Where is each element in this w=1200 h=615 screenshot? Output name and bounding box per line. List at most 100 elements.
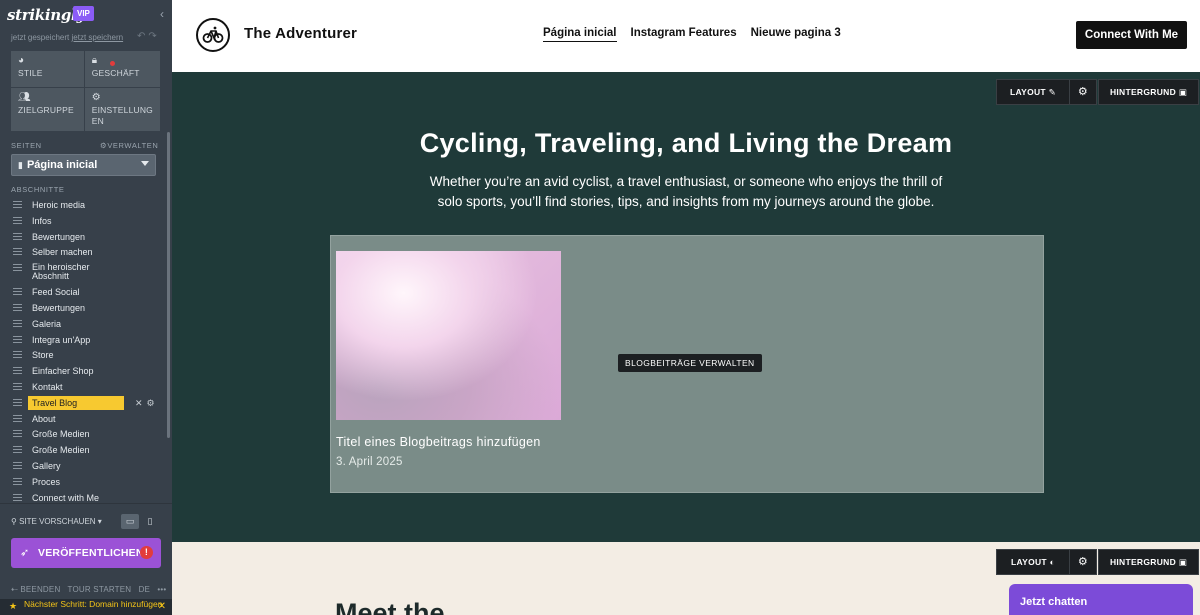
drag-handle-icon[interactable] (13, 201, 22, 208)
undo-redo[interactable]: ↶↷ (137, 31, 160, 42)
background-button[interactable]: HINTERGRUND ▣ (1098, 79, 1199, 105)
more-icon[interactable]: ••• (157, 585, 166, 594)
post-title[interactable]: Titel eines Blogbeitrags hinzufügen (336, 435, 541, 449)
list-item[interactable]: Galeria (11, 317, 161, 333)
lock-icon: 🔒︎ (91, 55, 98, 66)
list-item[interactable]: Ein heroischer Abschnitt (11, 261, 161, 285)
list-item-active[interactable]: Travel Blog ✕⚙ (11, 395, 161, 412)
redo-icon[interactable]: ↷ (148, 31, 159, 42)
section-settings-icon[interactable]: ⚙ (1069, 549, 1097, 575)
chat-widget-button[interactable]: Jetzt chatten (1009, 584, 1193, 615)
save-now-link[interactable]: jetzt speichern (72, 33, 124, 42)
next-step-banner[interactable]: ★ Nächster Schritt: Domain hinzufügen ✕ (0, 599, 172, 615)
tile-audience[interactable]: 👥︎ ZIELGRUPPE (11, 88, 84, 131)
drag-handle-icon[interactable] (13, 335, 22, 343)
manage-pages-link[interactable]: ⚙VERWALTEN (100, 141, 158, 150)
editor-sidebar: strikingly VIP ‹ jetzt gespeichert jetzt… (0, 0, 172, 615)
list-item[interactable]: Bewertungen (11, 301, 161, 317)
list-item[interactable]: About (11, 412, 161, 428)
tile-label: EINSTELLUNG EN (91, 105, 153, 126)
chevron-down-icon: ▾ (97, 517, 102, 526)
page-selector[interactable]: ▮ Página inicial (11, 154, 156, 176)
tile-settings[interactable]: ⚙ EINSTELLUNG EN (84, 88, 160, 131)
drag-handle-icon[interactable] (13, 216, 22, 224)
site-preview-button[interactable]: ⚲ SITE VORSCHAUEN ▾ (11, 517, 102, 526)
gear-icon[interactable]: ⚙ (147, 398, 159, 408)
list-item[interactable]: Infos (11, 214, 161, 230)
site-title[interactable]: The Adventurer (244, 25, 357, 42)
drag-handle-icon[interactable] (13, 232, 22, 240)
list-item[interactable]: Kontakt (11, 380, 161, 396)
mobile-preview-icon[interactable]: ▯ (141, 514, 159, 529)
blog-post-card[interactable]: BLOGBEITRÄGE VERWALTEN Titel eines Blogb… (330, 235, 1044, 493)
blog-post-image[interactable] (336, 251, 561, 420)
search-icon: ⚲ (11, 517, 17, 526)
gear-icon: ⚙ (91, 92, 101, 103)
list-item[interactable]: Proces (11, 475, 161, 491)
manage-posts-button[interactable]: BLOGBEITRÄGE VERWALTEN (618, 354, 762, 372)
page-icon: ▮ (18, 160, 23, 170)
drag-handle-icon[interactable] (13, 430, 22, 438)
tile-business[interactable]: 🔒︎ GESCHÄFT (84, 51, 160, 87)
nav-link-page3[interactable]: Nieuwe pagina 3 (751, 27, 841, 42)
list-item[interactable]: Bewertungen (11, 230, 161, 246)
publish-button[interactable]: ➶ VERÖFFENTLICHEN ! (11, 538, 161, 568)
people-icon: 👥︎ (18, 92, 31, 103)
bicycle-logo-icon[interactable] (196, 18, 230, 52)
layout-button[interactable]: LAYOUT ◐ (996, 549, 1070, 575)
desktop-preview-icon[interactable]: ▭ (121, 514, 139, 529)
close-icon[interactable]: ✕ (158, 602, 166, 612)
list-item[interactable]: Große Medien (11, 427, 161, 443)
section-title[interactable]: Cycling, Traveling, and Living the Dream (172, 128, 1200, 159)
drag-handle-icon[interactable] (13, 477, 22, 485)
settings-tiles: ◕ STILE 🔒︎ GESCHÄFT 👥︎ ZIELGRUPPE ⚙ EINS… (11, 51, 160, 131)
list-item[interactable]: Heroic media (11, 198, 161, 214)
start-tour-link[interactable]: TOUR STARTEN (68, 585, 132, 594)
footer-links: ⇠ BEENDEN TOUR STARTEN DE ••• (11, 585, 166, 594)
drag-handle-icon[interactable] (13, 288, 22, 296)
drag-handle-icon[interactable] (13, 493, 22, 501)
quit-link[interactable]: BEENDEN (20, 585, 60, 594)
language-link[interactable]: DE (139, 585, 151, 594)
drag-handle-icon[interactable] (13, 414, 22, 422)
drag-handle-icon[interactable] (13, 264, 22, 272)
tile-label: ZIELGRUPPE (18, 105, 74, 115)
alert-badge: ! (140, 546, 153, 559)
image-icon: ▣ (1178, 557, 1188, 567)
connect-button[interactable]: Connect With Me (1076, 21, 1187, 49)
layout-button[interactable]: LAYOUT ✎ (996, 79, 1070, 105)
list-item[interactable]: Integra un'App (11, 333, 161, 349)
drag-handle-icon[interactable] (13, 367, 22, 375)
rocket-icon: ➶ (20, 547, 30, 559)
drag-handle-icon[interactable] (13, 446, 22, 454)
about-heading[interactable]: Meet the (335, 598, 445, 615)
drag-handle-icon[interactable] (13, 461, 22, 469)
section-subtitle[interactable]: Whether you’re an avid cyclist, a travel… (416, 172, 956, 212)
list-item[interactable]: Große Medien (11, 443, 161, 459)
drag-handle-icon[interactable] (13, 351, 22, 359)
list-item[interactable]: Einfacher Shop (11, 364, 161, 380)
delete-icon[interactable]: ✕ (135, 398, 147, 408)
nav-link-instagram[interactable]: Instagram Features (631, 27, 737, 42)
notification-dot (109, 61, 115, 66)
exit-icon: ⇠ (11, 585, 18, 594)
palette-icon: ◕ (18, 55, 25, 66)
section-settings-icon[interactable]: ⚙ (1069, 79, 1097, 105)
background-button[interactable]: HINTERGRUND ▣ (1098, 549, 1199, 575)
tile-styles[interactable]: ◕ STILE (11, 51, 84, 87)
nav-link-home[interactable]: Página inicial (543, 27, 617, 42)
list-item[interactable]: Store (11, 348, 161, 364)
drag-handle-icon[interactable] (13, 398, 22, 406)
list-item[interactable]: Selber machen (11, 245, 161, 261)
sidebar-scrollbar[interactable] (167, 132, 170, 438)
image-icon: ▣ (1178, 87, 1188, 97)
drag-handle-icon[interactable] (13, 248, 22, 256)
list-item[interactable]: Gallery (11, 459, 161, 475)
drag-handle-icon[interactable] (13, 303, 22, 311)
collapse-sidebar-icon[interactable]: ‹ (160, 7, 164, 21)
list-item[interactable]: Feed Social (11, 285, 161, 301)
drag-handle-icon[interactable] (13, 382, 22, 390)
drag-handle-icon[interactable] (13, 319, 22, 327)
travel-blog-section: LAYOUT ✎ ⚙ HINTERGRUND ▣ Cycling, Travel… (172, 72, 1200, 542)
undo-icon[interactable]: ↶ (137, 31, 148, 42)
